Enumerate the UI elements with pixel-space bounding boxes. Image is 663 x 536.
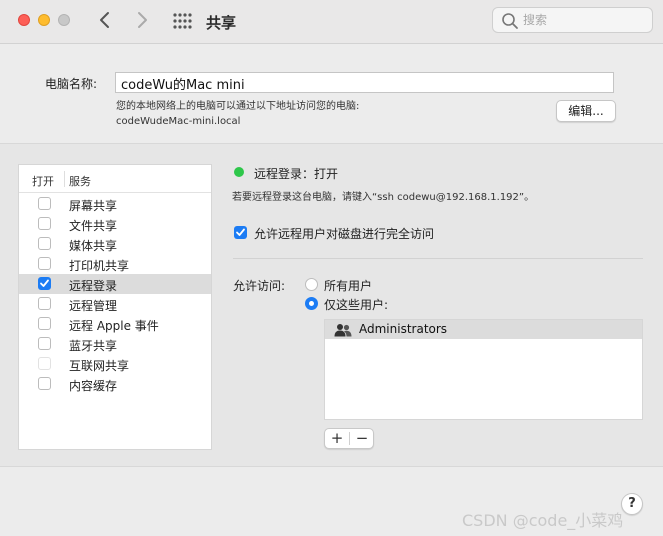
service-label: 远程登录 xyxy=(69,279,118,293)
search-field[interactable] xyxy=(492,7,653,33)
remove-user-button[interactable]: − xyxy=(350,429,374,448)
computer-name-label: 电脑名称: xyxy=(45,77,98,91)
search-icon xyxy=(502,13,518,29)
service-row[interactable]: 打印机共享 xyxy=(19,254,211,274)
radio-all-users[interactable] xyxy=(305,278,318,291)
window-title: 共享 xyxy=(206,14,237,32)
radio-only-these-users-label[interactable]: 仅这些用户: xyxy=(324,296,388,313)
service-checkbox[interactable] xyxy=(38,257,51,270)
forward-button[interactable] xyxy=(130,8,154,32)
service-checkbox[interactable] xyxy=(38,237,51,250)
user-group-name: Administrators xyxy=(359,322,448,336)
divider xyxy=(0,466,663,467)
radio-all-users-label[interactable]: 所有用户 xyxy=(324,277,372,294)
local-hostname: codeWudeMac-mini.local xyxy=(116,116,241,127)
column-header-service[interactable]: 服务 xyxy=(69,173,91,189)
ssh-hint: 若要远程登录这台电脑，请键入“ssh codewu@192.168.1.192”… xyxy=(232,192,535,203)
chevron-left-icon xyxy=(100,12,109,28)
services-list: 打开 服务 屏幕共享文件共享媒体共享打印机共享远程登录远程管理远程 Apple … xyxy=(18,164,212,450)
service-label: 互联网共享 xyxy=(69,359,130,373)
service-label: 远程 Apple 事件 xyxy=(69,319,159,333)
service-checkbox[interactable] xyxy=(38,217,51,230)
service-row[interactable]: 文件共享 xyxy=(19,214,211,234)
checkmark-icon xyxy=(40,279,49,287)
grid-icon xyxy=(173,13,192,29)
access-label: 允许访问: xyxy=(233,279,286,293)
help-button[interactable]: ? xyxy=(621,493,643,515)
computer-address-description: 您的本地网络上的电脑可以通过以下地址访问您的电脑: codeWudeMac-mi… xyxy=(116,99,359,129)
address-description-text: 您的本地网络上的电脑可以通过以下地址访问您的电脑: xyxy=(116,101,360,112)
service-row[interactable]: 远程登录 xyxy=(19,274,211,294)
service-label: 远程管理 xyxy=(69,299,118,313)
services-header: 打开 服务 xyxy=(19,165,211,193)
zoom-window-button[interactable] xyxy=(58,14,70,26)
show-all-button[interactable] xyxy=(172,12,192,30)
toolbar: 共享 xyxy=(0,0,663,44)
service-row[interactable]: 屏幕共享 xyxy=(19,194,211,214)
add-user-button[interactable]: + xyxy=(325,429,349,448)
service-label: 打印机共享 xyxy=(69,259,130,273)
column-header-open[interactable]: 打开 xyxy=(32,173,54,189)
service-row[interactable]: 内容缓存 xyxy=(19,374,211,394)
service-checkbox[interactable] xyxy=(38,297,51,310)
service-checkbox[interactable] xyxy=(38,197,51,210)
divider xyxy=(233,258,643,259)
chevron-right-icon xyxy=(138,12,147,28)
service-row[interactable]: 互联网共享 xyxy=(19,354,211,374)
service-label: 文件共享 xyxy=(69,219,118,233)
service-label: 屏幕共享 xyxy=(69,199,118,213)
close-window-button[interactable] xyxy=(18,14,30,26)
service-checkbox[interactable] xyxy=(38,317,51,330)
back-button[interactable] xyxy=(93,8,117,32)
edit-button[interactable]: 编辑... xyxy=(556,100,616,122)
column-divider xyxy=(64,171,65,187)
service-row[interactable]: 蓝牙共享 xyxy=(19,334,211,354)
service-status: 远程登录：打开 xyxy=(254,167,339,181)
computer-name-field[interactable]: codeWu的Mac mini xyxy=(115,72,614,93)
radio-only-these-users[interactable] xyxy=(305,297,318,310)
add-remove-control: + − xyxy=(324,428,374,449)
watermark: CSDN @code_小菜鸡 xyxy=(462,511,624,530)
service-label: 媒体共享 xyxy=(69,239,118,253)
status-indicator xyxy=(234,167,244,177)
list-item[interactable]: Administrators xyxy=(325,320,642,339)
search-input[interactable] xyxy=(523,11,647,29)
full-disk-access-checkbox[interactable] xyxy=(234,226,247,239)
service-checkbox[interactable] xyxy=(38,277,51,290)
service-label: 蓝牙共享 xyxy=(69,339,118,353)
service-label: 内容缓存 xyxy=(69,379,118,393)
service-checkbox[interactable] xyxy=(38,337,51,350)
full-disk-access-label[interactable]: 允许远程用户对磁盘进行完全访问 xyxy=(254,225,434,242)
allowed-users-list: Administrators xyxy=(324,319,643,420)
checkmark-icon xyxy=(236,228,245,236)
service-row[interactable]: 媒体共享 xyxy=(19,234,211,254)
service-row[interactable]: 远程管理 xyxy=(19,294,211,314)
group-icon xyxy=(334,324,352,337)
service-checkbox xyxy=(38,357,51,370)
minimize-window-button[interactable] xyxy=(38,14,50,26)
service-checkbox[interactable] xyxy=(38,377,51,390)
service-row[interactable]: 远程 Apple 事件 xyxy=(19,314,211,334)
